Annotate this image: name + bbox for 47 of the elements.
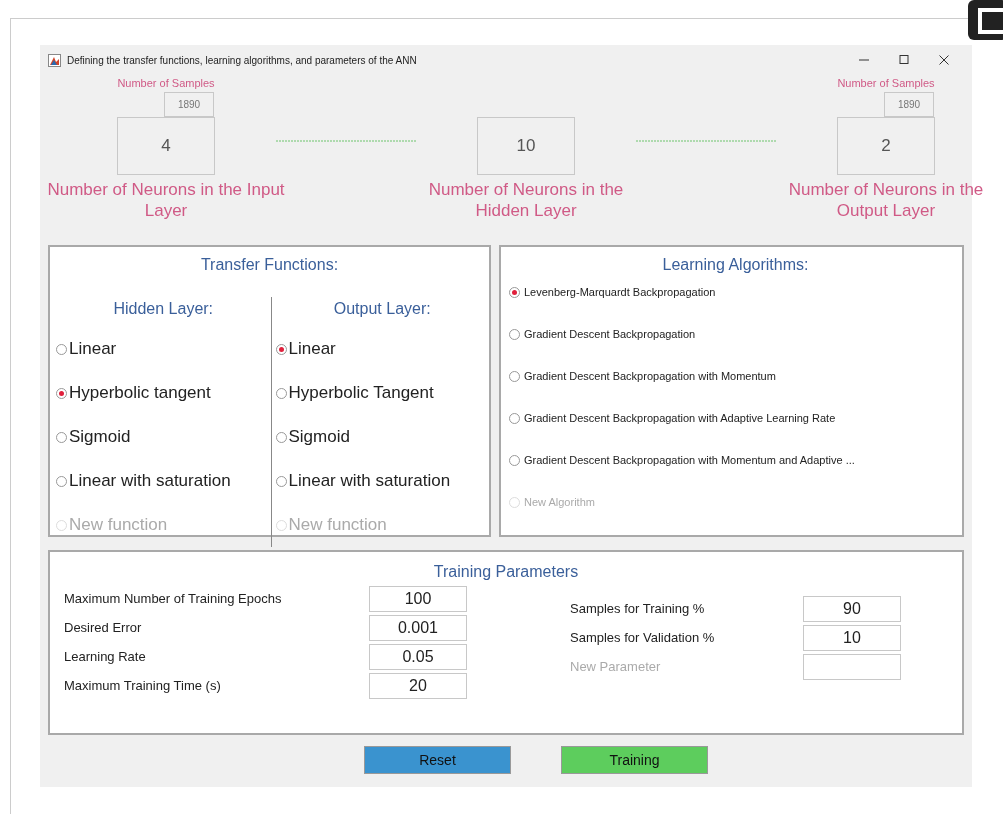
panel-title: Training Parameters (432, 562, 580, 582)
parameter-field[interactable]: 20 (369, 672, 467, 699)
window-title: Defining the transfer functions, learning algorithms, and parameters of the ANN (67, 53, 418, 68)
radio-option[interactable]: Gradient Descent Backpropagation with Momentum (509, 355, 962, 397)
radio-option[interactable]: Hyperbolic Tangent (275, 371, 489, 415)
parameter-field[interactable]: 100 (369, 585, 467, 612)
parameter-field[interactable]: 0.001 (369, 614, 467, 641)
column-title: Hidden Layer: (112, 299, 215, 319)
samples-field[interactable]: 1890 (884, 92, 934, 117)
neuron-count-field[interactable]: 2 (837, 117, 935, 175)
radio-option[interactable]: Linear (275, 327, 489, 371)
radio-option[interactable]: Linear with saturation (275, 459, 489, 503)
parameter-field[interactable]: 0.05 (369, 643, 467, 670)
parameter-field[interactable]: 90 (803, 595, 901, 622)
parameter-label: Samples for Training % (570, 599, 706, 618)
layer-label: Number of Neurons in the Hidden Layer (427, 179, 625, 221)
radio-option[interactable]: Sigmoid (275, 415, 489, 459)
column-title: Output Layer: (332, 299, 432, 319)
radio-option[interactable]: Linear (56, 327, 271, 371)
parameter-label: New Parameter (570, 657, 662, 676)
layer-label: Number of Neurons in the Input Layer (46, 179, 286, 221)
close-icon[interactable] (938, 54, 950, 66)
parameter-label: Learning Rate (64, 647, 147, 666)
radio-option[interactable]: Gradient Descent Backpropagation with Adaptive Learning Rate (509, 397, 962, 439)
parameter-label: Maximum Training Time (s) (64, 676, 222, 695)
app-icon (48, 53, 61, 67)
radio-option[interactable]: Sigmoid (56, 415, 271, 459)
panel-title: Learning Algorithms: (661, 255, 810, 275)
training-button[interactable]: Training (561, 746, 708, 774)
panel-title: Transfer Functions: (199, 255, 340, 275)
maximize-icon[interactable] (898, 54, 910, 66)
parameter-field[interactable]: 10 (803, 624, 901, 651)
window-corner-icon[interactable] (968, 0, 1003, 40)
parameter-label: Samples for Validation % (570, 628, 716, 647)
radio-option[interactable]: Gradient Descent Backpropagation with Momentum and Adaptive ... (509, 439, 962, 481)
samples-label: Number of Samples (117, 76, 215, 91)
samples-label: Number of Samples (837, 76, 935, 91)
reset-button[interactable]: Reset (364, 746, 511, 774)
radio-option[interactable]: Hyperbolic tangent (56, 371, 271, 415)
parameter-label: Maximum Number of Training Epochs (64, 589, 283, 608)
neuron-count-field[interactable]: 10 (477, 117, 575, 175)
parameter-label: Desired Error (64, 618, 143, 637)
neuron-count-field[interactable]: 4 (117, 117, 215, 175)
radio-option[interactable]: Gradient Descent Backpropagation (509, 313, 962, 355)
samples-field[interactable]: 1890 (164, 92, 214, 117)
radio-option[interactable]: Linear with saturation (56, 459, 271, 503)
layer-label: Number of Neurons in the Output Layer (787, 179, 985, 221)
